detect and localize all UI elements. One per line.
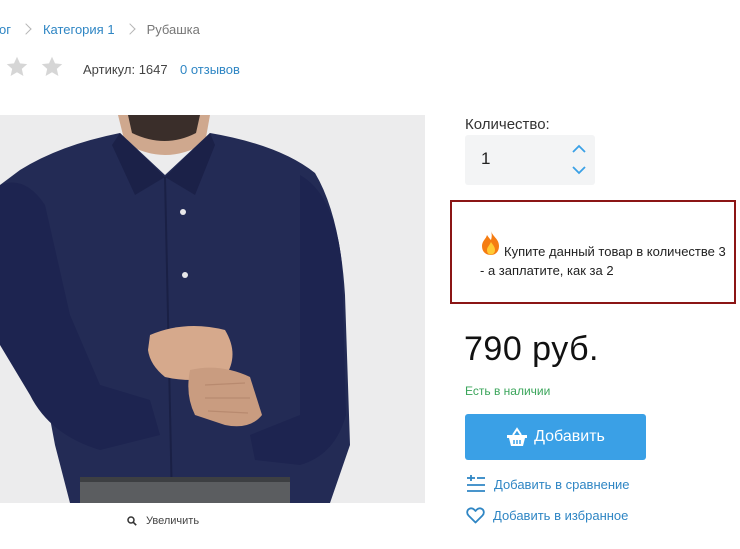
breadcrumb-item-catalog[interactable]: алог — [0, 22, 11, 37]
star-icon[interactable] — [5, 55, 29, 79]
stock-status: Есть в наличии — [465, 384, 551, 398]
add-to-favorites-link[interactable]: Добавить в избранное — [466, 507, 628, 524]
compare-icon — [467, 475, 485, 492]
promo-box: Купите данный товар в количестве 3 - а з… — [450, 200, 736, 304]
stepper-arrows — [572, 144, 586, 175]
promo-text: Купите данный товар в количестве 3 - а з… — [480, 244, 726, 278]
sku: Артикул: 1647 — [83, 62, 168, 77]
shirt-photo — [0, 115, 425, 503]
quantity-label: Количество: — [465, 116, 550, 133]
breadcrumb: алог Категория 1 Рубашка — [0, 20, 200, 38]
product-image[interactable] — [0, 115, 425, 503]
chevron-right-icon — [20, 23, 32, 35]
add-to-cart-label: Добавить — [534, 428, 605, 445]
search-icon — [127, 516, 137, 526]
sku-value: 1647 — [138, 62, 168, 77]
add-to-cart-button[interactable]: Добавить — [465, 414, 646, 460]
chevron-up-icon[interactable] — [572, 144, 586, 153]
breadcrumb-item-category[interactable]: Категория 1 — [43, 22, 115, 37]
sku-label: Артикул: — [83, 62, 136, 77]
chevron-right-icon — [123, 23, 136, 35]
basket-icon — [507, 427, 528, 446]
zoom-label: Увеличить — [146, 515, 200, 527]
reviews-link[interactable]: 0 отзывов — [180, 62, 240, 77]
add-to-compare-link[interactable]: Добавить в сравнение — [466, 475, 630, 493]
zoom-link[interactable]: Увеличить — [127, 515, 199, 527]
rating-stars[interactable] — [5, 55, 64, 79]
chevron-down-icon[interactable] — [572, 166, 586, 175]
favorite-label: Добавить в избранное — [493, 508, 629, 523]
quantity-value[interactable]: 1 — [481, 149, 490, 169]
compare-label: Добавить в сравнение — [494, 476, 630, 492]
heart-icon — [466, 507, 485, 524]
breadcrumb-current: Рубашка — [146, 21, 200, 37]
star-icon[interactable] — [40, 55, 64, 79]
product-price: 790 руб. — [464, 330, 600, 368]
quantity-stepper[interactable]: 1 — [465, 135, 595, 185]
